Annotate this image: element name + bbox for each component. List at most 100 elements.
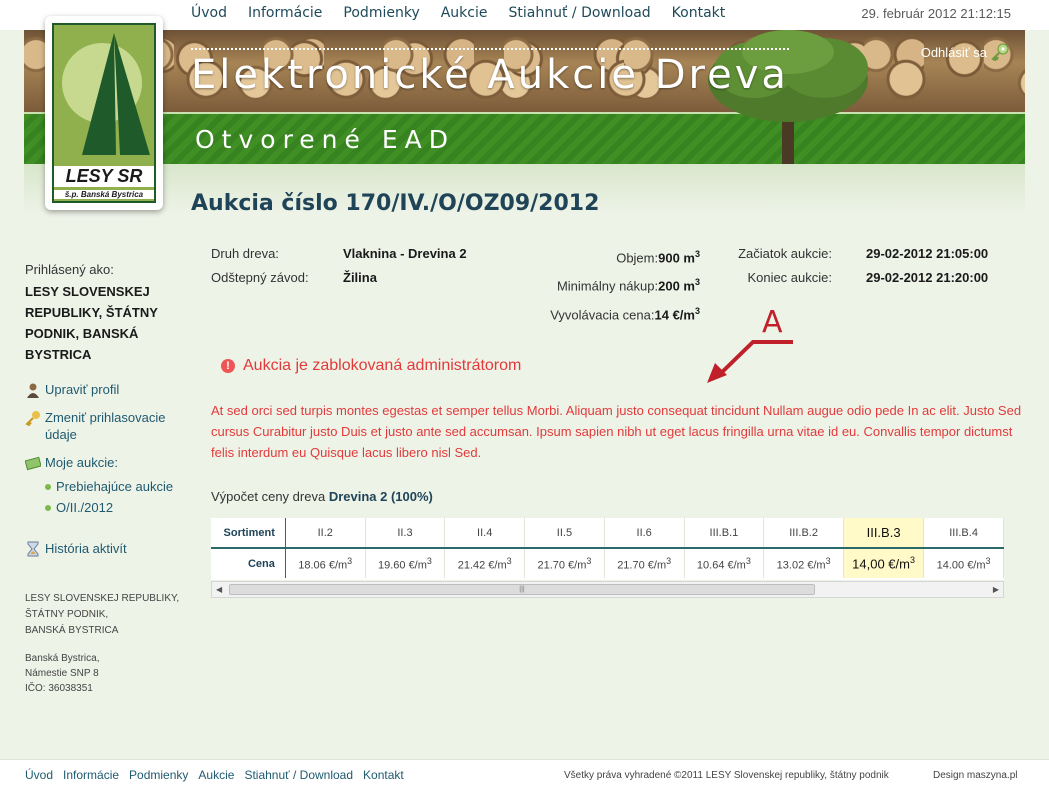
table-column-header-highlighted: III.B.3	[843, 518, 925, 549]
price-value: 18.06 €/m	[298, 559, 348, 572]
alert-message: At sed orci sed turpis montes egestas et…	[211, 403, 1022, 460]
org-line: LESY SLOVENSKEJ REPUBLIKY,	[25, 593, 180, 604]
activity-history-label: História aktivít	[45, 541, 127, 556]
footer-link-informacie[interactable]: Informácie	[63, 768, 119, 782]
blocked-alert-title: Aukcia je zablokovaná administrátorom	[243, 357, 522, 374]
plant-value: Žilina	[343, 270, 377, 285]
table-column-header: II.4	[444, 518, 526, 549]
table-column-header: II.6	[604, 518, 685, 549]
my-auctions-sublist: Prebiehajúce aukcie O/II./2012	[45, 476, 185, 518]
table-row: Cena 18.06 €/m3 19.60 €/m3 21.42 €/m3 21…	[211, 548, 1004, 578]
nav-link-informacie[interactable]: Informácie	[248, 5, 322, 21]
table-column-header: III.B.1	[684, 518, 765, 549]
address-line: IČO: 36038351	[25, 683, 93, 694]
wood-type-value: Vlaknina - Drevina 2	[343, 246, 467, 261]
auction-info-middle: Objem:900 m3 Minimálny nákup:200 m3 Vyvo…	[550, 249, 700, 322]
current-datetime: 29. február 2012 21:12:15	[861, 6, 1011, 21]
change-login-link[interactable]: Zmeniť prihlasovacie údaje	[25, 409, 185, 443]
price-cell: 10.64 €/m3	[684, 548, 765, 578]
table-column-header: III.B.2	[763, 518, 844, 549]
lesy-sr-logo[interactable]: LESY SR š.p. Banská Bystrica	[45, 16, 163, 210]
logout-link[interactable]: Odhlásiť sa	[921, 43, 1009, 61]
auction-start-label: Začiatok aukcie:	[738, 246, 832, 261]
price-cell: 21.70 €/m3	[604, 548, 685, 578]
site-subtitle: Otvorené EAD	[195, 125, 456, 154]
price-value: 19.60 €/m	[377, 559, 427, 572]
table-column-header: II.5	[524, 518, 605, 549]
scroll-right-arrow-icon[interactable]: ▶	[993, 585, 999, 594]
logged-in-label: Prihlásený ako:	[25, 262, 114, 277]
copyright-text: Všetky práva vyhradené ©2011 LESY Sloven…	[564, 770, 889, 781]
page-title: Aukcia číslo 170/IV./O/OZ09/2012	[191, 191, 600, 216]
start-price-label: Vyvolávacia cena:	[550, 306, 655, 322]
address-line: Banská Bystrica,	[25, 653, 100, 664]
wood-type-label: Druh dreva:	[211, 246, 279, 261]
logged-in-user: LESY SLOVENSKEJ REPUBLIKY, ŠTÁTNY PODNIK…	[25, 284, 158, 362]
scroll-left-arrow-icon[interactable]: ◀	[216, 585, 222, 594]
running-auctions-link[interactable]: Prebiehajúce aukcie	[45, 476, 185, 497]
footer: Úvod Informácie Podmienky Aukcie Stiahnu…	[0, 759, 1049, 797]
price-cell: 18.06 €/m3	[285, 548, 366, 578]
my-auctions-link[interactable]: Moje aukcie:	[25, 454, 185, 471]
auction-info-left: Druh dreva: Vlaknina - Drevina 2 Odštepn…	[211, 242, 467, 290]
footer-link-download[interactable]: Stiahnuť / Download	[244, 768, 353, 782]
blocked-alert: ! Aukcia je zablokovaná administrátorom	[221, 357, 521, 375]
site-title: Elektronické Aukcie Dreva	[191, 48, 789, 98]
footer-navigation: Úvod Informácie Podmienky Aukcie Stiahnu…	[25, 768, 414, 782]
price-cell: 13.02 €/m3	[763, 548, 844, 578]
min-buy-value: 200 m	[658, 278, 695, 294]
price-value: 14.00 €/m	[936, 559, 986, 572]
top-navigation: Úvod Informácie Podmienky Aukcie Stiahnu…	[191, 5, 746, 21]
table-row-header: Cena	[211, 548, 286, 578]
auction-o-ii-2012-label: O/II./2012	[56, 500, 114, 515]
hourglass-icon	[27, 541, 39, 557]
annotation-arrow-icon	[707, 340, 793, 383]
org-line: ŠTÁTNY PODNIK,	[25, 609, 109, 620]
nav-link-download[interactable]: Stiahnuť / Download	[509, 5, 651, 21]
table-column-header: II.3	[365, 518, 446, 549]
alert-icon: !	[221, 359, 235, 373]
footer-link-kontakt[interactable]: Kontakt	[363, 768, 404, 782]
volume-label: Objem:	[616, 250, 659, 266]
nav-link-podmienky[interactable]: Podmienky	[343, 5, 419, 21]
price-value: 13.02 €/m	[776, 559, 826, 572]
bullet-icon	[45, 483, 51, 490]
table-column-header: II.2	[285, 518, 366, 549]
footer-link-podmienky[interactable]: Podmienky	[129, 768, 188, 782]
logo-emblem: LESY SR š.p. Banská Bystrica	[52, 23, 156, 203]
volume-value: 900 m	[658, 250, 695, 266]
start-price-value: 14 €/m	[654, 306, 695, 322]
price-cell: 21.42 €/m3	[444, 548, 526, 578]
design-credit-link[interactable]: Design maszyna.pl	[933, 770, 1017, 781]
nav-link-aukcie[interactable]: Aukcie	[441, 5, 488, 21]
money-icon	[25, 456, 41, 471]
org-line: BANSKÁ BYSTRICA	[25, 625, 119, 636]
price-calc-value: Drevina 2 (100%)	[328, 489, 433, 504]
activity-history-link[interactable]: História aktivít	[25, 540, 185, 557]
auction-end-label: Koniec aukcie:	[747, 270, 832, 285]
auction-o-ii-2012-link[interactable]: O/II./2012	[45, 497, 185, 518]
scrollbar-thumb[interactable]: |||	[229, 584, 815, 595]
bullet-icon	[45, 504, 51, 511]
footer-link-uvod[interactable]: Úvod	[25, 768, 53, 782]
auction-start-value: 29-02-2012 21:05:00	[866, 246, 989, 261]
nav-link-uvod[interactable]: Úvod	[191, 5, 227, 21]
price-value: 14,00 €/m	[852, 556, 910, 572]
table-row-header: Sortiment	[211, 518, 286, 549]
logo-subtitle: š.p. Banská Bystrica	[54, 190, 154, 199]
address-line: Námestie SNP 8	[25, 668, 99, 679]
organization-address: Banská Bystrica, Námestie SNP 8 IČO: 360…	[25, 651, 99, 696]
change-login-label: Zmeniť prihlasovacie údaje	[45, 410, 166, 442]
nav-link-kontakt[interactable]: Kontakt	[672, 5, 726, 21]
price-value: 10.64 €/m	[696, 559, 746, 572]
user-icon	[27, 383, 39, 398]
edit-profile-label: Upraviť profil	[45, 382, 120, 397]
price-cell: 14.00 €/m3	[923, 548, 1004, 578]
key-icon	[25, 411, 40, 426]
footer-link-aukcie[interactable]: Aukcie	[198, 768, 234, 782]
price-table-viewport: Sortiment II.2 II.3 II.4 II.5 II.6 III.B…	[211, 518, 1004, 580]
table-horizontal-scrollbar[interactable]: ◀ ||| ▶	[211, 581, 1004, 598]
edit-profile-link[interactable]: Upraviť profil	[25, 381, 185, 398]
plant-label: Odštepný závod:	[211, 270, 309, 285]
my-auctions-label: Moje aukcie:	[45, 455, 118, 470]
